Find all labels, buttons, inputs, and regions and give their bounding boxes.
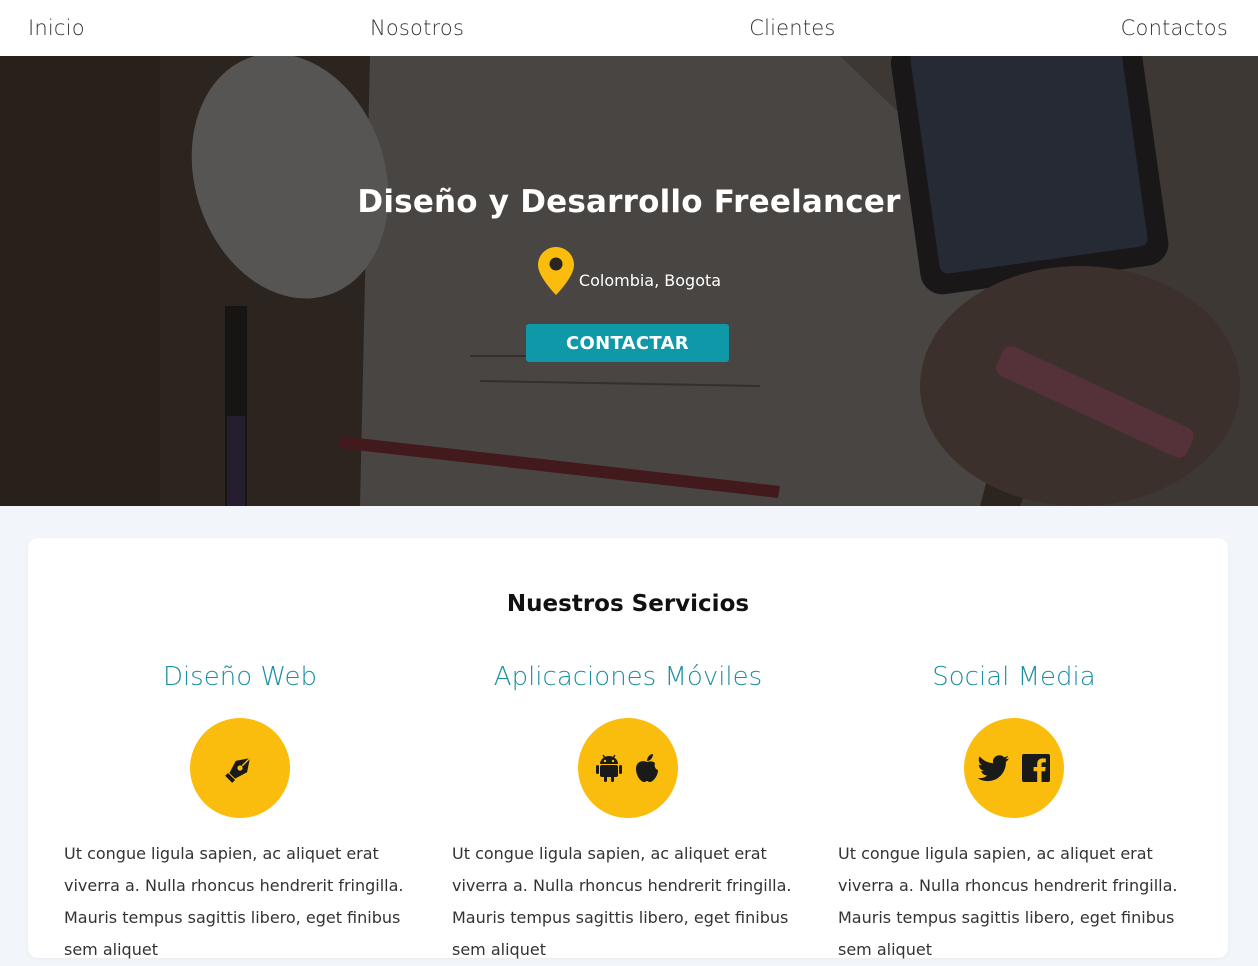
location-text: Colombia, Bogota [578, 271, 722, 290]
services-card: Nuestros Servicios Diseño Web Ut congue … [28, 538, 1228, 959]
nav-item-clientes[interactable]: Clientes [749, 16, 835, 40]
map-marker-icon [537, 246, 575, 296]
service-icon-circle [964, 718, 1064, 818]
service-description: Ut congue ligula sapien, ac aliquet erat… [452, 844, 792, 959]
top-nav: Inicio Nosotros Clientes Contactos [0, 0, 1258, 56]
apple-icon [634, 753, 660, 783]
nav-item-nosotros[interactable]: Nosotros [370, 16, 464, 40]
hero-location: Colombia, Bogota [0, 246, 1258, 296]
service-icon-circle [578, 718, 678, 818]
service-title: Diseño Web [162, 662, 318, 692]
service-description: Ut congue ligula sapien, ac aliquet erat… [838, 844, 1178, 959]
service-title: Aplicaciones Móviles [493, 662, 763, 692]
service-title: Social Media [932, 662, 1096, 692]
services-title: Nuestros Servicios [506, 591, 750, 617]
pen-nib-icon [223, 751, 257, 785]
service-icon-circle [190, 718, 290, 818]
twitter-icon [978, 754, 1010, 782]
hero-title: Diseño y Desarrollo Freelancer [357, 184, 901, 220]
hero-banner: Diseño y Desarrollo Freelancer Colombia,… [0, 56, 1258, 506]
contactar-button[interactable]: CONTACTAR [526, 324, 729, 362]
service-description: Ut congue ligula sapien, ac aliquet erat… [64, 844, 404, 959]
nav-item-inicio[interactable]: Inicio [28, 16, 85, 40]
facebook-icon [1022, 754, 1050, 782]
android-icon [596, 754, 622, 782]
nav-item-contactos[interactable]: Contactos [1121, 16, 1228, 40]
hero-content: Diseño y Desarrollo Freelancer Colombia,… [0, 56, 1258, 506]
